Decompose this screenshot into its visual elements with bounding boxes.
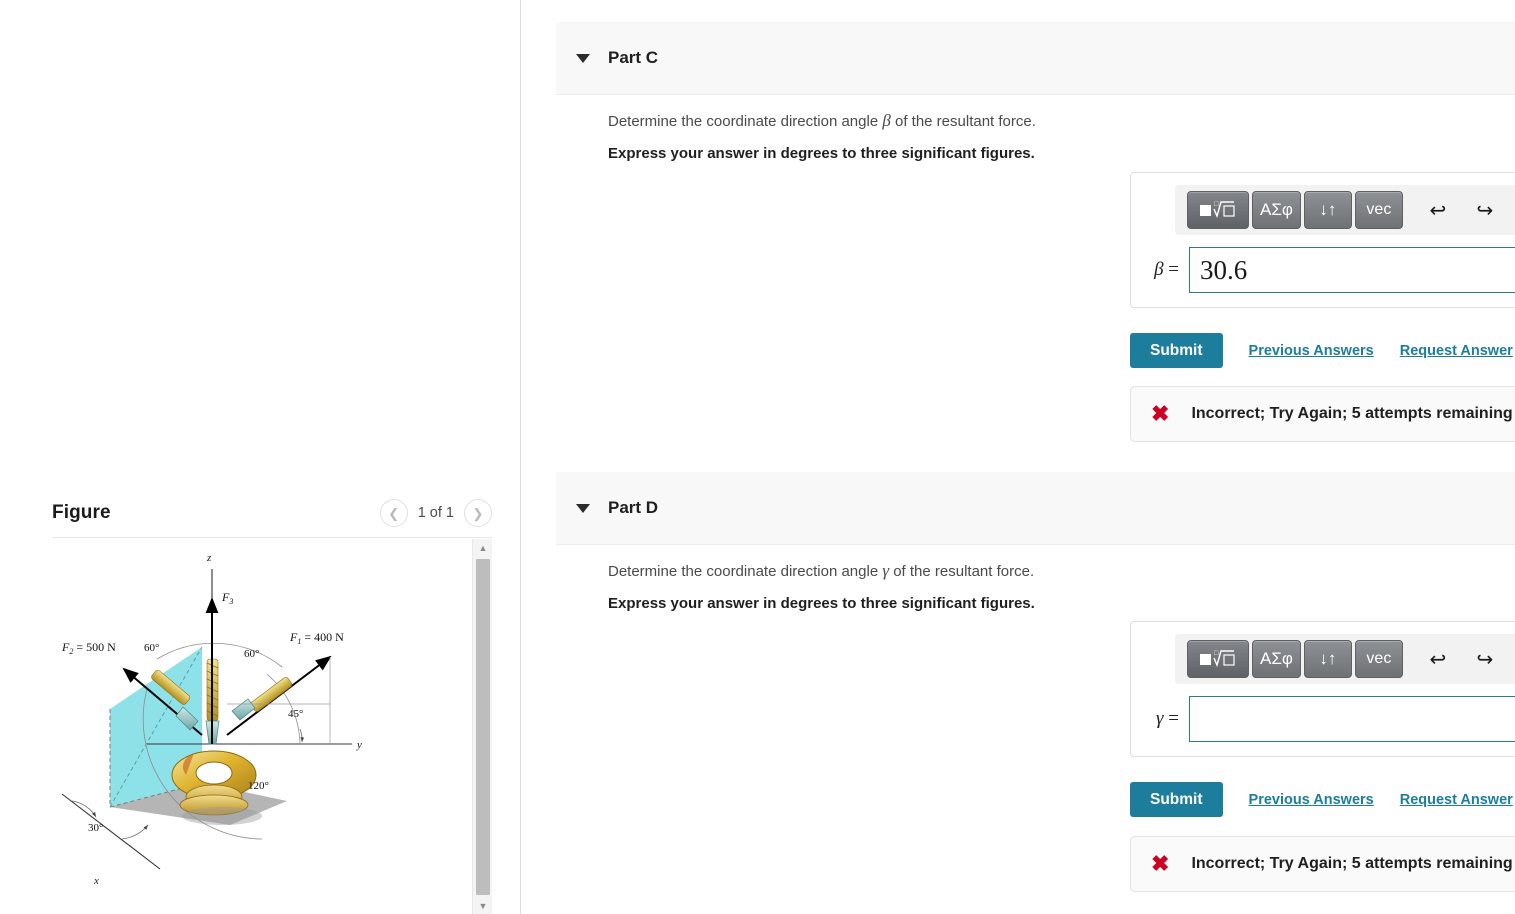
vector-button[interactable]: vec — [1354, 191, 1403, 229]
part-header-c[interactable]: Part C — [556, 22, 1515, 95]
svg-text:F2 = 500 N: F2 = 500 N — [61, 640, 116, 656]
part-c-request-answer-link[interactable]: Request Answer — [1400, 343, 1513, 359]
svg-text:F3: F3 — [221, 590, 233, 606]
redo-arrow-icon[interactable]: ↪ — [1465, 191, 1505, 229]
part-d-feedback: ✖ Incorrect; Try Again; 5 attempts remai… — [1130, 836, 1515, 892]
arrows-button[interactable]: ↓↑ — [1303, 191, 1352, 229]
figure-panel: Figure ❮ 1 of 1 ❯ z y x F3 F2 = 500 N F1… — [0, 0, 521, 914]
figure-header: Figure ❮ 1 of 1 ❯ — [52, 492, 492, 534]
part-d-answer-input[interactable] — [1189, 696, 1515, 742]
vector-button[interactable]: vec — [1354, 640, 1403, 678]
figure-counter: 1 of 1 — [417, 505, 454, 521]
chevron-right-icon[interactable]: ❯ — [464, 499, 492, 527]
redo-arrow-icon[interactable]: ↪ — [1465, 640, 1505, 678]
question-prefix: Determine the coordinate direction angle — [608, 563, 883, 580]
part-c-answer-row: β = — [1131, 247, 1515, 293]
figure-title: Figure — [52, 502, 111, 523]
part-d-toolbar: □ ΑΣφ ↓↑ vec ↩ ↪ ↻ ⌨ ? — [1175, 634, 1515, 684]
part-d-answer-symbol: γ = — [1156, 708, 1179, 729]
part-d-submit-button[interactable]: Submit — [1130, 782, 1223, 817]
caret-down-icon[interactable] — [576, 53, 590, 63]
part-d-feedback-text: Incorrect; Try Again; 5 attempts remaini… — [1191, 855, 1513, 872]
undo-arrow-icon[interactable]: ↩ — [1418, 191, 1458, 229]
radical-template-button[interactable]: □ — [1187, 191, 1249, 229]
question-symbol: β — [882, 111, 891, 130]
greek-symbols-button[interactable]: ΑΣφ — [1252, 191, 1301, 229]
triangle-up-icon[interactable]: ▲ — [473, 539, 493, 557]
scrollbar-thumb[interactable] — [476, 559, 490, 895]
part-d-label: Part D — [608, 498, 659, 517]
force-diagram: z y x F3 F2 = 500 N F1 = 400 N 60° 60° 4… — [52, 539, 472, 899]
x-mark-icon: ✖ — [1151, 851, 1170, 876]
svg-text:30°: 30° — [88, 822, 103, 834]
svg-text:45°: 45° — [288, 708, 303, 720]
part-header-d[interactable]: Part D — [556, 472, 1515, 545]
svg-text:y: y — [356, 739, 362, 751]
undo-arrow-icon[interactable]: ↩ — [1418, 640, 1458, 678]
arrows-button[interactable]: ↓↑ — [1303, 640, 1352, 678]
svg-text:x: x — [93, 875, 99, 887]
chevron-left-icon[interactable]: ❮ — [379, 499, 408, 527]
question-prefix: Determine the coordinate direction angle — [608, 113, 883, 130]
content-panel: Part C Determine the coordinate directio… — [522, 0, 1515, 914]
part-c-answer-widget: □ ΑΣφ ↓↑ vec ↩ ↪ ↻ ⌨ ? β = — [1130, 172, 1515, 308]
svg-text:120°: 120° — [248, 780, 269, 792]
figure-scrollbar[interactable]: ▲ ▼ — [472, 539, 492, 914]
part-c-submit-row: Submit Previous Answers Request Answer — [1130, 333, 1513, 368]
svg-text:F1 = 400 N: F1 = 400 N — [289, 630, 344, 646]
part-d-request-answer-link[interactable]: Request Answer — [1400, 792, 1513, 808]
part-c-label: Part C — [608, 48, 659, 67]
part-c-toolbar: □ ΑΣφ ↓↑ vec ↩ ↪ ↻ ⌨ ? — [1175, 185, 1515, 235]
svg-text:□: □ — [1214, 201, 1219, 208]
part-c-feedback-text: Incorrect; Try Again; 5 attempts remaini… — [1191, 405, 1513, 422]
x-mark-icon: ✖ — [1151, 401, 1170, 426]
page-root: Figure ❮ 1 of 1 ❯ z y x F3 F2 = 500 N F1… — [0, 0, 1515, 914]
part-d-submit-row: Submit Previous Answers Request Answer — [1130, 782, 1513, 817]
radical-template-button[interactable]: □ — [1187, 640, 1249, 678]
part-c-answer-input[interactable] — [1189, 247, 1515, 293]
part-c-feedback: ✖ Incorrect; Try Again; 5 attempts remai… — [1130, 386, 1515, 442]
part-d-question: Determine the coordinate direction angle… — [608, 560, 1034, 583]
svg-text:z: z — [206, 552, 212, 564]
part-c-question: Determine the coordinate direction angle… — [608, 110, 1036, 133]
svg-text:60°: 60° — [244, 648, 259, 660]
part-c-submit-button[interactable]: Submit — [1130, 333, 1223, 368]
part-d-answer-widget: □ ΑΣφ ↓↑ vec ↩ ↪ ↻ ⌨ ? γ = — [1130, 621, 1515, 757]
part-d-previous-answers-link[interactable]: Previous Answers — [1249, 792, 1374, 808]
caret-down-icon[interactable] — [576, 503, 590, 513]
figure-body: z y x F3 F2 = 500 N F1 = 400 N 60° 60° 4… — [52, 537, 492, 914]
svg-text:60°: 60° — [144, 642, 159, 654]
part-d-answer-row: γ = — [1131, 696, 1515, 742]
svg-text:□: □ — [1214, 650, 1219, 657]
triangle-down-icon[interactable]: ▼ — [473, 897, 493, 914]
question-suffix: of the resultant force. — [889, 563, 1035, 580]
part-c-instruction: Express your answer in degrees to three … — [608, 145, 1035, 162]
part-c-answer-symbol: β = — [1154, 259, 1179, 280]
figure-navigation: ❮ 1 of 1 ❯ — [379, 499, 492, 527]
question-suffix: of the resultant force. — [890, 113, 1036, 130]
greek-symbols-button[interactable]: ΑΣφ — [1252, 640, 1301, 678]
part-d-instruction: Express your answer in degrees to three … — [608, 595, 1035, 612]
part-c-previous-answers-link[interactable]: Previous Answers — [1249, 343, 1374, 359]
